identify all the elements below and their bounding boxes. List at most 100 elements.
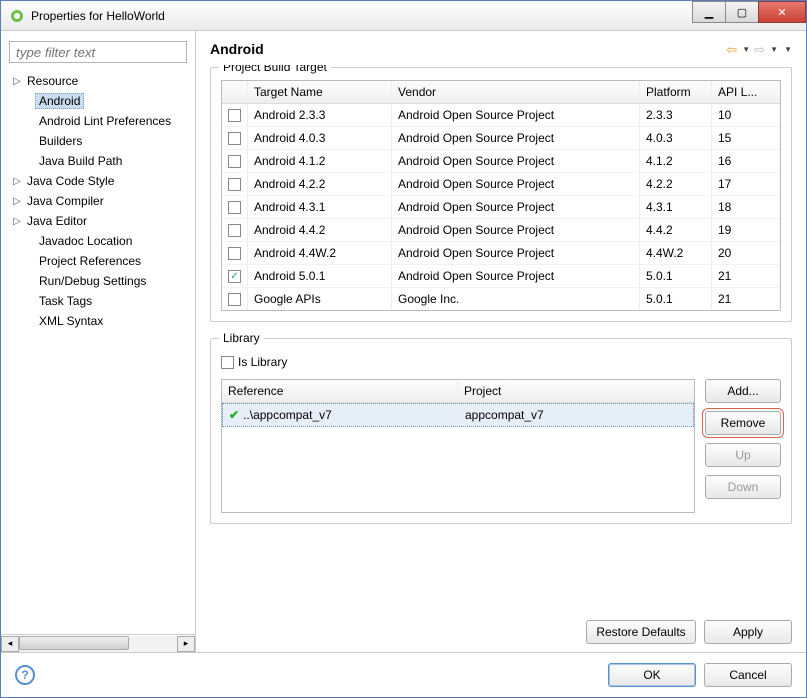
tree-item-label: Java Code Style (23, 173, 118, 189)
maximize-button[interactable]: ▢ (725, 1, 759, 23)
scroll-right-icon[interactable]: ▸ (177, 636, 195, 652)
target-row[interactable]: Android 4.4W.2Android Open Source Projec… (222, 242, 780, 265)
tree-item-builders[interactable]: Builders (7, 131, 195, 151)
cancel-button[interactable]: Cancel (704, 663, 792, 687)
target-api: 10 (712, 104, 768, 126)
nav-forward-icon[interactable]: ⇨ (754, 42, 768, 56)
target-api: 17 (712, 173, 768, 195)
close-button[interactable]: ✕ (758, 1, 806, 23)
target-vendor: Android Open Source Project (392, 173, 640, 195)
expand-icon[interactable]: ▷ (11, 216, 23, 227)
col-target-name[interactable]: Target Name (248, 81, 392, 103)
expand-icon[interactable]: ▷ (11, 76, 23, 87)
target-row[interactable]: Android 4.2.2Android Open Source Project… (222, 173, 780, 196)
minimize-button[interactable]: ▁ (692, 1, 726, 23)
remove-button[interactable]: Remove (705, 411, 781, 435)
target-platform: 4.2.2 (640, 173, 712, 195)
target-api: 15 (712, 127, 768, 149)
category-tree[interactable]: ▷Resource Android Android Lint Preferences… (1, 69, 195, 634)
target-platform: 4.3.1 (640, 196, 712, 218)
target-row[interactable]: Android 4.3.1Android Open Source Project… (222, 196, 780, 219)
add-button[interactable]: Add... (705, 379, 781, 403)
ref-path: ..\appcompat_v7 (243, 408, 332, 422)
tree-item-java-compiler[interactable]: ▷Java Compiler (7, 191, 195, 211)
eclipse-icon (9, 8, 25, 24)
tree-item-java-code-style[interactable]: ▷Java Code Style (7, 171, 195, 191)
target-name: Android 4.4.2 (248, 219, 392, 241)
tree-item-android-lint-preferences[interactable]: Android Lint Preferences (7, 111, 195, 131)
library-group-title: Library (219, 331, 264, 345)
target-vendor: Android Open Source Project (392, 104, 640, 126)
target-name: Android 4.2.2 (248, 173, 392, 195)
target-checkbox[interactable] (228, 155, 241, 168)
target-api: 21 (712, 265, 768, 287)
tree-item-xml-syntax[interactable]: XML Syntax (7, 311, 195, 331)
ref-project: appcompat_v7 (459, 404, 693, 426)
tree-item-resource[interactable]: ▷Resource (7, 71, 195, 91)
target-name: Android 2.3.3 (248, 104, 392, 126)
filter-input[interactable] (9, 41, 187, 63)
target-row[interactable]: Google APIsGoogle Inc.5.0.121 (222, 288, 780, 310)
scroll-thumb[interactable] (19, 636, 129, 650)
target-vendor: Android Open Source Project (392, 242, 640, 264)
target-checkbox[interactable] (228, 293, 241, 306)
nav-back-dropdown-icon[interactable]: ▼ (742, 45, 750, 54)
page-title: Android (210, 41, 264, 57)
target-checkbox[interactable] (228, 201, 241, 214)
build-target-group: Project Build Target Target Name Vendor … (210, 67, 792, 322)
col-vendor[interactable]: Vendor (392, 81, 640, 103)
tree-item-java-build-path[interactable]: Java Build Path (7, 151, 195, 171)
down-button[interactable]: Down (705, 475, 781, 499)
expand-icon[interactable]: ▷ (11, 176, 23, 187)
target-api: 21 (712, 288, 768, 310)
tree-item-java-editor[interactable]: ▷Java Editor (7, 211, 195, 231)
target-row[interactable]: Android 4.1.2Android Open Source Project… (222, 150, 780, 173)
nav-back-icon[interactable]: ⇦ (726, 42, 740, 56)
tree-item-task-tags[interactable]: Task Tags (7, 291, 195, 311)
ok-button[interactable]: OK (608, 663, 696, 687)
target-row[interactable]: Android 2.3.3Android Open Source Project… (222, 104, 780, 127)
scroll-left-icon[interactable]: ◂ (1, 636, 19, 652)
tree-item-javadoc-location[interactable]: Javadoc Location (7, 231, 195, 251)
tree-item-label: Javadoc Location (35, 233, 136, 249)
col-platform[interactable]: Platform (640, 81, 712, 103)
build-target-table[interactable]: Target Name Vendor Platform API L... And… (221, 80, 781, 311)
expand-icon[interactable]: ▷ (11, 196, 23, 207)
is-library-checkbox[interactable] (221, 356, 234, 369)
target-vendor: Android Open Source Project (392, 127, 640, 149)
target-api: 18 (712, 196, 768, 218)
tree-item-label: Android Lint Preferences (35, 113, 175, 129)
apply-button[interactable]: Apply (704, 620, 792, 644)
library-ref-row[interactable]: ✔..\appcompat_v7appcompat_v7 (222, 403, 694, 427)
target-checkbox[interactable]: ✓ (228, 270, 241, 283)
tree-item-android[interactable]: Android (7, 91, 195, 111)
col-api[interactable]: API L... (712, 81, 768, 103)
window-title: Properties for HelloWorld (31, 9, 165, 23)
col-project[interactable]: Project (458, 380, 694, 402)
restore-defaults-button[interactable]: Restore Defaults (586, 620, 696, 644)
nav-menu-icon[interactable]: ▼ (784, 45, 792, 54)
target-checkbox[interactable] (228, 132, 241, 145)
target-checkbox[interactable] (228, 109, 241, 122)
target-row[interactable]: ✓Android 5.0.1Android Open Source Projec… (222, 265, 780, 288)
target-name: Android 4.3.1 (248, 196, 392, 218)
build-target-group-title: Project Build Target (219, 65, 331, 74)
target-checkbox[interactable] (228, 178, 241, 191)
nav-forward-dropdown-icon[interactable]: ▼ (770, 45, 778, 54)
tree-item-label: Run/Debug Settings (35, 273, 150, 289)
tree-item-project-references[interactable]: Project References (7, 251, 195, 271)
help-icon[interactable]: ? (15, 665, 35, 685)
target-row[interactable]: Android 4.4.2Android Open Source Project… (222, 219, 780, 242)
target-checkbox[interactable] (228, 247, 241, 260)
target-name: Android 4.0.3 (248, 127, 392, 149)
target-api: 16 (712, 150, 768, 172)
col-reference[interactable]: Reference (222, 380, 458, 402)
target-checkbox[interactable] (228, 224, 241, 237)
titlebar[interactable]: Properties for HelloWorld ▁ ▢ ✕ (1, 1, 806, 31)
sidebar-hscroll[interactable]: ◂ ▸ (1, 634, 195, 652)
target-row[interactable]: Android 4.0.3Android Open Source Project… (222, 127, 780, 150)
tree-item-label: Android (35, 93, 84, 109)
up-button[interactable]: Up (705, 443, 781, 467)
tree-item-run-debug-settings[interactable]: Run/Debug Settings (7, 271, 195, 291)
library-refs-table[interactable]: Reference Project ✔..\appcompat_v7appcom… (221, 379, 695, 513)
